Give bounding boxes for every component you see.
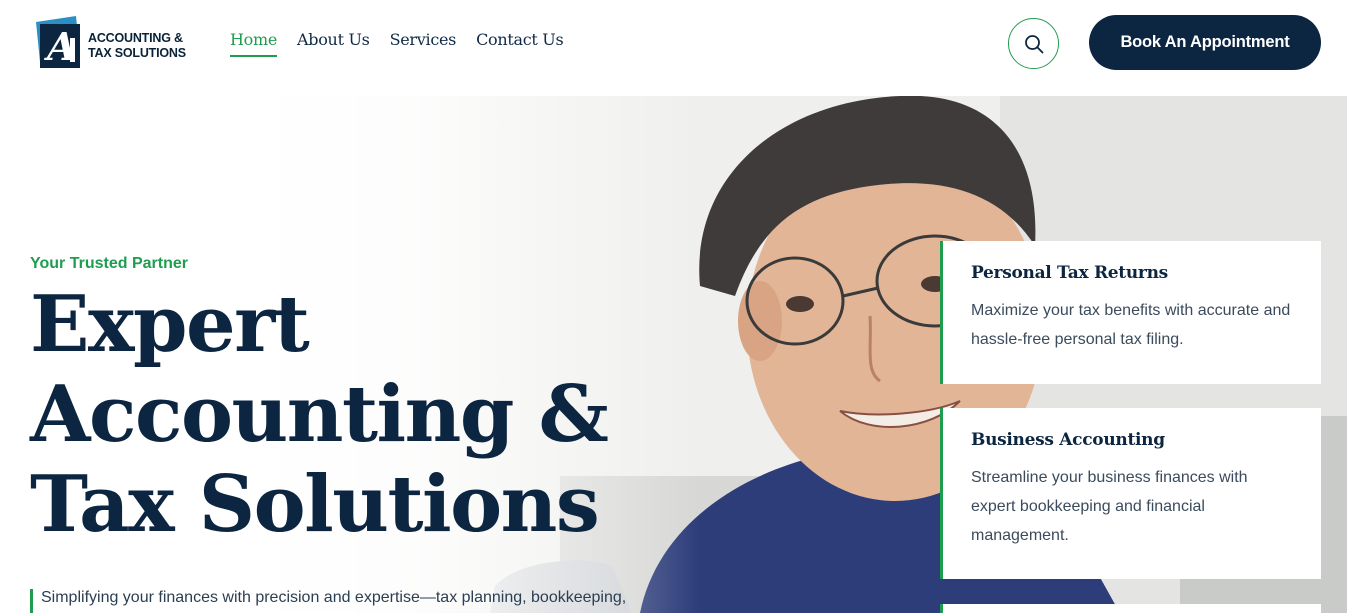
- main-nav: Home About Us Services Contact Us: [230, 30, 564, 57]
- site-logo[interactable]: A ACCOUNTING & TAX SOLUTIONS: [32, 14, 192, 72]
- headline-line-3: Tax Solutions: [30, 459, 600, 550]
- service-card-personal-tax[interactable]: Personal Tax Returns Maximize your tax b…: [940, 241, 1321, 384]
- logo-mark-icon: A: [36, 16, 80, 69]
- hero-section: Your Trusted Partner Expert Accounting &…: [0, 96, 1347, 613]
- service-card-title: Business Accounting: [971, 430, 1165, 450]
- search-button[interactable]: [1008, 18, 1059, 69]
- hero-intro: Simplifying your finances with precision…: [30, 589, 626, 613]
- book-appointment-button[interactable]: Book An Appointment: [1089, 15, 1321, 70]
- hero-eyebrow: Your Trusted Partner: [30, 255, 188, 272]
- nav-services[interactable]: Services: [390, 30, 457, 57]
- logo-line-2: TAX SOLUTIONS: [88, 46, 186, 60]
- service-card-business-accounting[interactable]: Business Accounting Streamline your busi…: [940, 408, 1321, 579]
- hero-headline: Expert Accounting & Tax Solutions: [30, 279, 609, 550]
- logo-line-1: ACCOUNTING &: [88, 31, 183, 45]
- search-icon: [1024, 34, 1043, 53]
- service-card-title: Personal Tax Returns: [971, 263, 1168, 283]
- headline-line-1: Expert: [30, 279, 310, 370]
- site-header: A ACCOUNTING & TAX SOLUTIONS Home About …: [0, 0, 1347, 96]
- service-card-description: Maximize your tax benefits with accurate…: [971, 302, 1291, 348]
- logo-wordmark: ACCOUNTING & TAX SOLUTIONS: [88, 31, 186, 61]
- headline-line-2: Accounting &: [30, 369, 609, 460]
- nav-contact-us[interactable]: Contact Us: [476, 30, 564, 57]
- service-card-description: Streamline your business finances with e…: [971, 469, 1248, 544]
- service-card-partial[interactable]: [940, 604, 1321, 613]
- nav-home[interactable]: Home: [230, 30, 277, 57]
- nav-about-us[interactable]: About Us: [297, 30, 370, 57]
